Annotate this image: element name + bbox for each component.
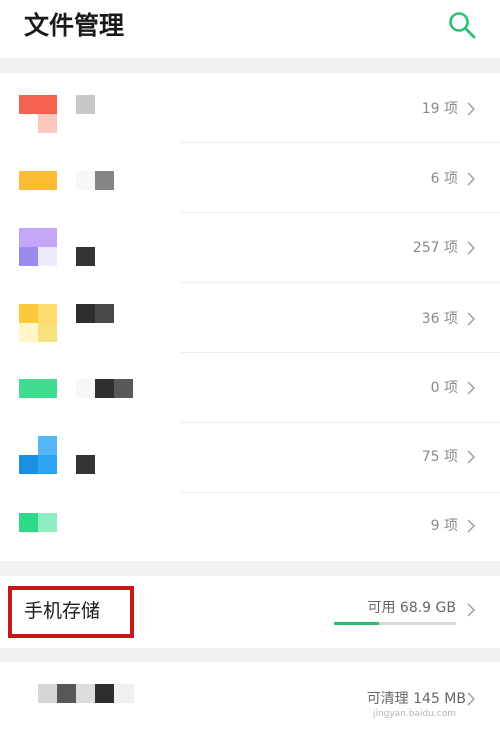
item-count: 0 项 bbox=[430, 380, 458, 396]
chevron-right-icon bbox=[467, 241, 475, 255]
category-icon-teal bbox=[19, 513, 57, 532]
category-row-7[interactable]: 9 项 bbox=[0, 493, 500, 563]
page-title: 文件管理 bbox=[24, 11, 125, 40]
chevron-right-icon bbox=[467, 312, 475, 326]
chevron-right-icon bbox=[467, 692, 475, 706]
item-count: 6 项 bbox=[430, 171, 458, 187]
chevron-right-icon bbox=[467, 519, 475, 533]
chevron-right-icon bbox=[467, 172, 475, 186]
item-count: 36 项 bbox=[421, 311, 458, 327]
pixelated-label bbox=[76, 379, 133, 398]
item-count: 75 项 bbox=[421, 449, 458, 465]
item-count: 257 项 bbox=[412, 240, 458, 256]
category-row-2[interactable]: 6 项 bbox=[0, 143, 500, 213]
cleanup-size: 可清理 145 MB bbox=[366, 691, 466, 707]
category-row-3[interactable]: 257 项 bbox=[0, 213, 500, 283]
pixelated-label bbox=[76, 171, 114, 190]
category-icon-purple bbox=[19, 228, 57, 266]
storage-usage-fill bbox=[334, 622, 380, 625]
category-icon-yellow bbox=[19, 304, 57, 342]
search-icon[interactable] bbox=[447, 10, 477, 40]
chevron-right-icon bbox=[467, 102, 475, 116]
chevron-right-icon bbox=[467, 603, 475, 617]
pixelated-label bbox=[76, 455, 95, 474]
highlight-box bbox=[8, 586, 134, 638]
category-icon-red bbox=[19, 95, 57, 133]
category-row-6[interactable]: 75 项 bbox=[0, 423, 500, 493]
storage-available: 可用 68.9 GB bbox=[367, 600, 456, 616]
category-row-1[interactable]: 19 项 bbox=[0, 73, 500, 143]
section-separator bbox=[0, 58, 500, 73]
pixelated-label bbox=[76, 304, 114, 323]
item-count: 9 项 bbox=[430, 518, 458, 534]
app-header: 文件管理 bbox=[0, 0, 500, 58]
pixelated-label bbox=[76, 247, 95, 266]
cleanup-row[interactable]: 可清理 145 MB bbox=[0, 662, 500, 731]
chevron-right-icon bbox=[467, 381, 475, 395]
storage-usage-bar bbox=[334, 622, 456, 625]
chevron-right-icon bbox=[467, 450, 475, 464]
pixelated-label bbox=[76, 95, 95, 114]
category-icon-blue bbox=[19, 436, 57, 474]
watermark-text: jingyan.baidu.com bbox=[372, 709, 456, 719]
item-count: 19 项 bbox=[421, 101, 458, 117]
category-icon-green bbox=[19, 379, 57, 398]
category-row-4[interactable]: 36 项 bbox=[0, 283, 500, 353]
category-icon-orange bbox=[19, 171, 57, 190]
pixelated-label bbox=[38, 684, 134, 703]
section-separator bbox=[0, 648, 500, 662]
category-row-5[interactable]: 0 项 bbox=[0, 353, 500, 423]
category-list: 19 项 6 项 257 项 36 项 0 项 75 项 9 项 bbox=[0, 73, 500, 561]
